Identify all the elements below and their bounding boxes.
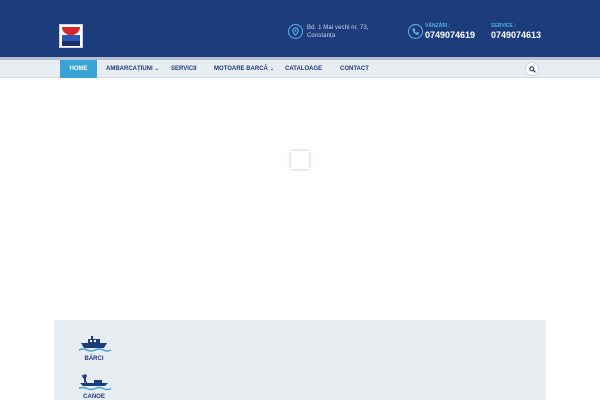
- category-label: BĂRCI: [84, 356, 104, 362]
- category-label: CANOE: [83, 394, 105, 400]
- search-button[interactable]: [525, 62, 539, 76]
- service-phone[interactable]: 0749074613: [491, 30, 541, 40]
- nav-item-label: HOME: [69, 66, 88, 72]
- address-line-1: Bd. 1 Mai vechi nr. 73,: [307, 25, 369, 31]
- logo-bottom-shape: [62, 41, 80, 46]
- sales-label: VÂNZĂRI :: [425, 23, 451, 29]
- nav-item-label: CONTACT: [340, 66, 369, 72]
- top-header: Bd. 1 Mai vechi nr. 73, Constanța VÂNZĂR…: [0, 0, 600, 57]
- logo-top-shape: [62, 27, 80, 35]
- search-icon: [529, 66, 536, 73]
- nav-item-cataloage[interactable]: CATALOAGE: [285, 60, 322, 78]
- chevron-down-icon: ⌄: [269, 66, 275, 72]
- nav-item-home[interactable]: HOME: [60, 60, 97, 78]
- nav-item-motoare-barca[interactable]: MOTOARE BARCĂ ⌄: [214, 60, 274, 78]
- nav-item-ambarcatiuni[interactable]: AMBARCAȚIUNI ⌄: [106, 60, 159, 78]
- nav-item-label: AMBARCAȚIUNI: [106, 66, 153, 72]
- chevron-down-icon: ⌄: [154, 66, 159, 72]
- categories-panel: BĂRCI CANOE: [54, 320, 546, 400]
- main-nav: HOME AMBARCAȚIUNI ⌄ SERVICII MOTOARE BARC…: [0, 60, 600, 78]
- nav-item-label: CATALOAGE: [285, 66, 323, 72]
- canoe-icon: [77, 373, 112, 391]
- address-line-2: Constanța: [307, 33, 336, 39]
- phone-icon: [408, 24, 423, 39]
- company-logo[interactable]: [59, 24, 83, 48]
- nav-item-label: MOTOARE BARCĂ: [214, 66, 268, 72]
- category-barci[interactable]: BĂRCI: [74, 335, 114, 362]
- boat-icon: [77, 335, 112, 353]
- loading-indicator: [291, 151, 309, 169]
- nav-item-label: SERVICII: [171, 66, 197, 72]
- sales-phone[interactable]: 0749074619: [425, 30, 475, 40]
- category-canoe[interactable]: CANOE: [74, 373, 114, 400]
- location-pin-icon: [288, 24, 303, 39]
- nav-item-servicii[interactable]: SERVICII: [171, 60, 197, 78]
- service-label: SERVICE :: [491, 23, 516, 29]
- nav-item-contact[interactable]: CONTACT: [340, 60, 369, 78]
